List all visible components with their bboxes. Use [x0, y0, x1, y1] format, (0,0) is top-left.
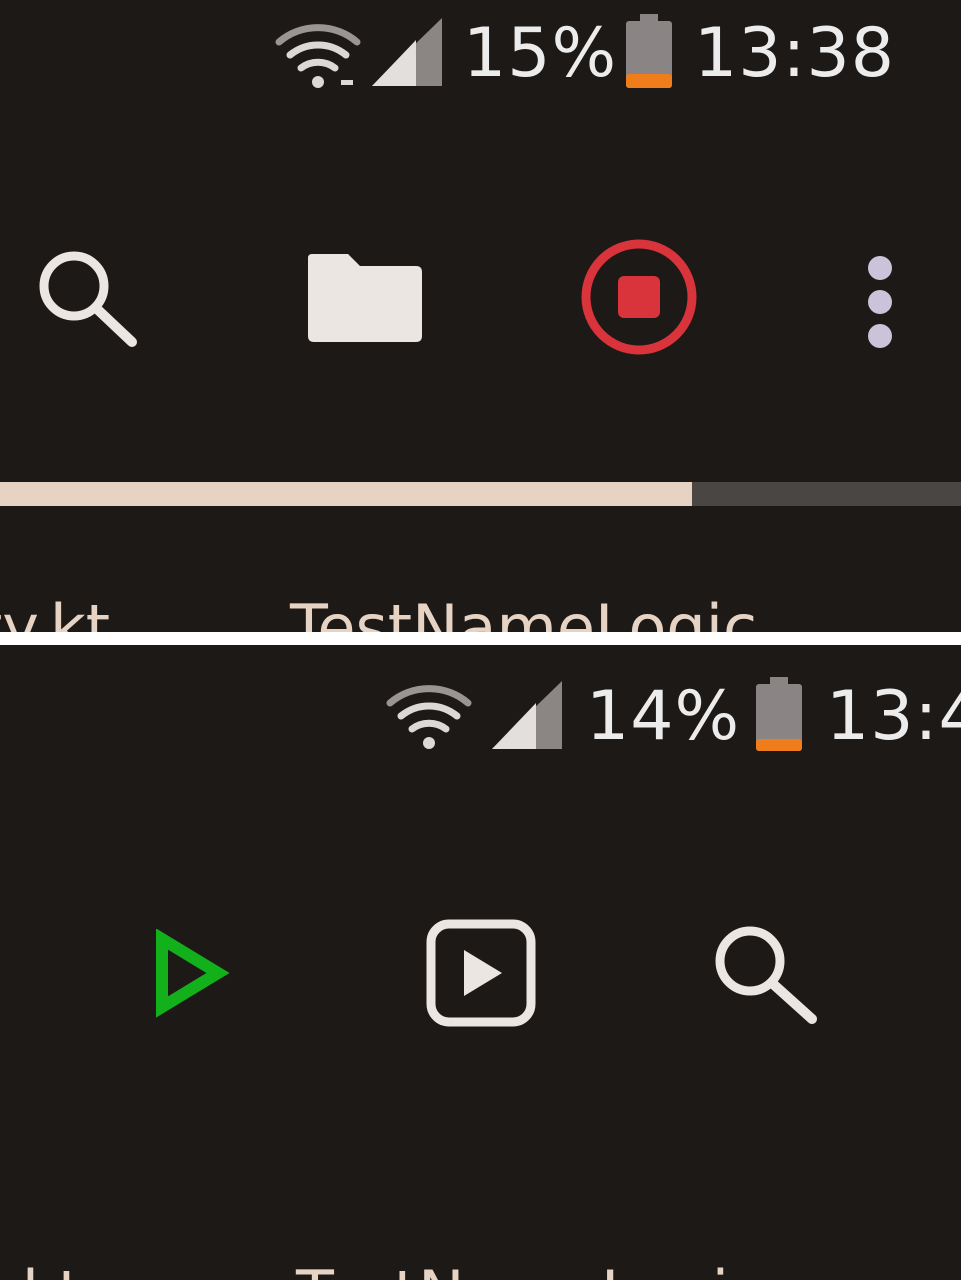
- battery-percent: 15%: [463, 14, 618, 93]
- wifi-icon: [386, 685, 472, 749]
- more-vert-icon[interactable]: [862, 254, 898, 350]
- clock: 13:4: [826, 677, 961, 756]
- play-box-icon[interactable]: [424, 917, 538, 1029]
- progress-fill: [0, 482, 692, 506]
- screenshot-top: 15% 13:38 ty.kt TestNameLo: [0, 0, 961, 632]
- progress-bar: [0, 482, 961, 506]
- file-tab[interactable]: kt: [22, 1263, 82, 1280]
- folder-icon[interactable]: [304, 250, 426, 346]
- screenshot-bottom: 14% 13:4 kt TestNameLogi: [0, 645, 961, 1280]
- file-tab[interactable]: ty.kt: [0, 597, 110, 633]
- signal-icon: [492, 681, 562, 749]
- battery-percent: 14%: [586, 677, 741, 756]
- file-tab[interactable]: TestNameLogi: [296, 1263, 729, 1280]
- file-tab[interactable]: TestNameLogic: [290, 597, 757, 633]
- run-icon[interactable]: [150, 929, 230, 1019]
- stop-icon[interactable]: [578, 236, 700, 358]
- search-icon[interactable]: [710, 921, 824, 1027]
- clock: 13:38: [694, 14, 895, 93]
- signal-icon: [372, 18, 442, 86]
- battery-icon: [756, 677, 802, 751]
- wifi-icon: [275, 24, 361, 88]
- divider: [0, 632, 961, 645]
- battery-icon: [626, 14, 672, 88]
- search-icon[interactable]: [34, 246, 144, 350]
